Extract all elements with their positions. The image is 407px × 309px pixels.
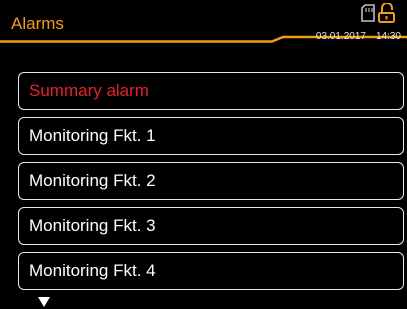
alarm-item-monitoring-1[interactable]: Monitoring Fkt. 1 [18, 117, 404, 155]
alarm-item-summary[interactable]: Summary alarm [18, 72, 404, 110]
date-time: 03.01.2017 14:30 [316, 31, 401, 43]
date-text: 03.01.2017 [315, 31, 366, 42]
header-bar: Alarms 03.01.2017 14:30 [0, 0, 407, 48]
scroll-down-icon[interactable] [38, 297, 50, 309]
sd-card-icon [361, 4, 375, 22]
alarm-item-monitoring-2[interactable]: Monitoring Fkt. 2 [18, 162, 404, 200]
alarm-list: Summary alarm Monitoring Fkt. 1 Monitori… [18, 72, 404, 297]
lock-open-icon [378, 2, 395, 23]
status-icons [359, 2, 399, 25]
alarm-item-monitoring-3[interactable]: Monitoring Fkt. 3 [18, 207, 404, 245]
time-text: 14:30 [375, 31, 401, 42]
alarm-item-monitoring-4[interactable]: Monitoring Fkt. 4 [18, 252, 404, 290]
page-title: Alarms [11, 14, 64, 33]
